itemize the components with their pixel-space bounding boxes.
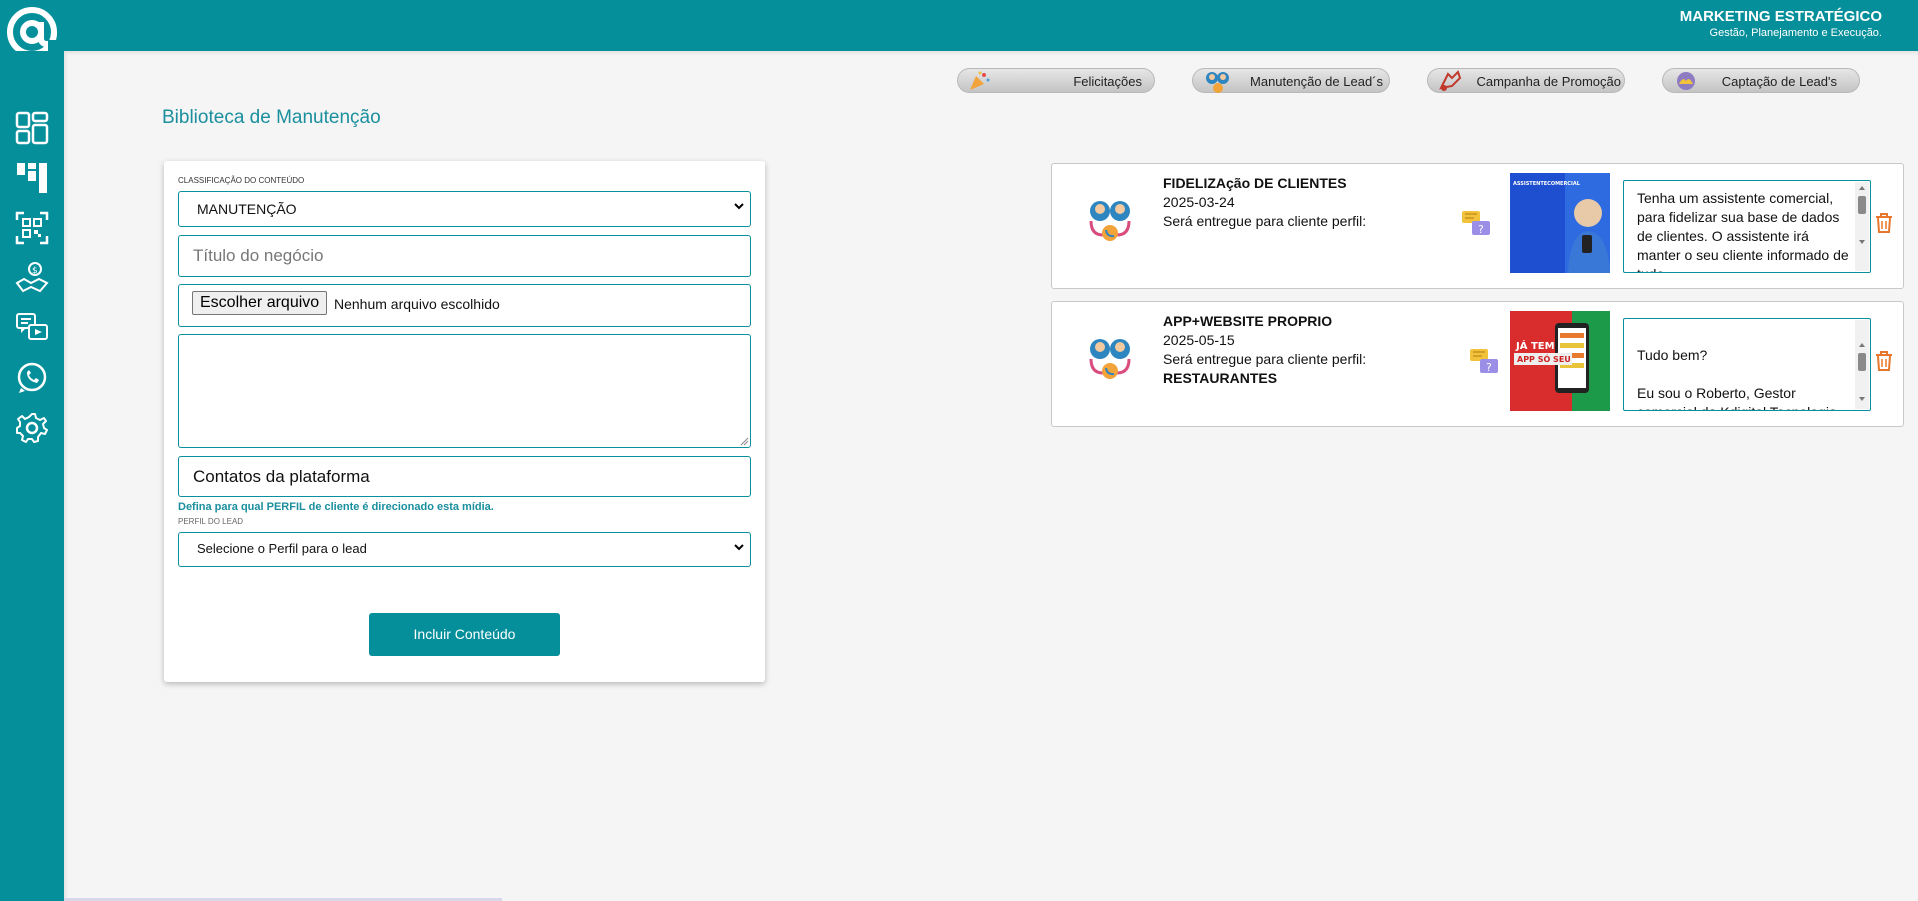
scrollbar[interactable] <box>1855 182 1869 271</box>
item-date: 2025-03-24 <box>1163 194 1235 210</box>
classification-value: MANUTENÇÃO <box>197 201 297 217</box>
people-icon <box>1089 201 1131 241</box>
item-thumbnail-image: JÁ TEM APP SÓ SEU <box>1510 311 1610 411</box>
top-bar: MARKETING ESTRATÉGICO Gestão, Planejamen… <box>0 0 1918 51</box>
item-date: 2025-05-15 <box>1163 332 1235 348</box>
nav-pill-label: Captação de Lead's <box>1721 74 1837 89</box>
page-title: Biblioteca de Manutenção <box>162 107 381 128</box>
message-textarea[interactable] <box>178 334 751 448</box>
handshake-money-icon[interactable]: $ <box>15 261 49 295</box>
dashboard-icon[interactable] <box>15 111 49 145</box>
include-content-button[interactable]: Incluir Conteúdo <box>369 613 560 656</box>
nav-pill-label: Felicitações <box>1073 74 1142 89</box>
nav-pill-manutencao[interactable]: Manutenção de Lead´s <box>1192 68 1390 93</box>
whatsapp-icon[interactable] <box>15 361 49 395</box>
item-thumbnail-image: ASSISTENTECOMERCIAL <box>1510 173 1610 273</box>
file-status: Nenhum arquivo escolhido <box>334 296 500 312</box>
classification-label: CLASSIFICAÇÃO DO CONTEÚDO <box>178 176 305 185</box>
business-title-placeholder: Título do negócio <box>193 246 324 265</box>
nav-pill-felicitacoes[interactable]: Felicitações <box>957 68 1155 93</box>
contacts-field[interactable]: Contatos da plataforma <box>178 456 751 497</box>
people-icon <box>1206 72 1229 93</box>
svg-text:?: ? <box>1486 361 1492 374</box>
item-delivery: Será entregue para cliente perfil: <box>1163 213 1367 229</box>
thumb-text: ASSISTENTECOMERCIAL <box>1513 181 1581 187</box>
classification-select[interactable]: MANUTENÇÃO <box>178 191 751 227</box>
scrollbar[interactable] <box>1855 320 1869 409</box>
item-title: FIDELIZAção DE CLIENTES <box>1163 175 1347 191</box>
svg-text:$: $ <box>32 266 38 276</box>
scrollbar-arrows-icon <box>1858 343 1866 401</box>
profile-hint: Defina para qual PERFIL de cliente é dir… <box>178 501 494 513</box>
party-icon <box>970 71 990 90</box>
content-form-card: CLASSIFICAÇÃO DO CONTEÚDO MANUTENÇÃO Tít… <box>164 161 765 682</box>
hands-icon <box>1677 72 1695 90</box>
nav-pill-label: Manutenção de Lead´s <box>1250 74 1383 89</box>
gear-icon[interactable] <box>15 411 49 445</box>
item-message-textarea[interactable]: Tudo bem? Eu sou o Roberto, Gestor comer… <box>1623 318 1871 411</box>
item-thumbnail[interactable]: JÁ TEM APP SÓ SEU <box>1510 311 1610 411</box>
choose-file-button[interactable]: Escolher arquivo <box>192 291 328 315</box>
profile-label: PERFIL DO LEAD <box>178 517 244 526</box>
lead-profile-select[interactable]: Selecione o Perfil para o lead <box>178 532 751 567</box>
item-title: APP+WEBSITE PROPRIO <box>1163 313 1333 329</box>
file-upload-field[interactable]: Escolher arquivo Nenhum arquivo escolhid… <box>178 284 751 327</box>
chevron-down-icon <box>734 203 744 210</box>
trash-icon[interactable] <box>1874 212 1894 234</box>
lead-profile-value: Selecione o Perfil para o lead <box>197 541 367 556</box>
kanban-icon[interactable] <box>15 161 49 195</box>
chat-bubbles-icon[interactable]: ? <box>1468 347 1500 377</box>
content-item: APP+WEBSITE PROPRIO 2025-05-15 Será entr… <box>1051 301 1904 427</box>
trash-icon[interactable] <box>1874 350 1894 372</box>
chat-bubbles-icon[interactable]: ? <box>1460 209 1492 239</box>
people-icon <box>1089 339 1131 379</box>
chevron-down-icon <box>734 544 744 551</box>
business-title-input[interactable]: Título do negócio <box>178 235 751 277</box>
brand-subtitle: Gestão, Planejamento e Execução. <box>1709 27 1882 39</box>
scrollbar-arrows-icon <box>1858 186 1866 244</box>
item-delivery: Será entregue para cliente perfil: <box>1163 351 1367 367</box>
resize-handle-icon[interactable] <box>740 437 749 446</box>
qr-code-icon[interactable] <box>15 211 49 245</box>
svg-text:?: ? <box>1478 223 1484 236</box>
thumb-text: APP SÓ SEU <box>1517 353 1571 364</box>
thumb-text: JÁ TEM <box>1515 339 1555 352</box>
item-message: Tenha um assistente comercial, para fide… <box>1637 190 1849 272</box>
brand-title: MARKETING ESTRATÉGICO <box>1679 8 1882 25</box>
item-thumbnail[interactable]: ASSISTENTECOMERCIAL <box>1510 173 1610 273</box>
content-item: FIDELIZAção DE CLIENTES 2025-03-24 Será … <box>1051 163 1904 289</box>
item-profile: RESTAURANTES <box>1163 370 1278 386</box>
promo-icon <box>1439 70 1462 91</box>
item-message: Tudo bem? Eu sou o Roberto, Gestor comer… <box>1637 347 1837 410</box>
contacts-value: Contatos da plataforma <box>193 467 370 486</box>
sidebar: $ <box>0 51 64 901</box>
marketing-chat-icon[interactable] <box>15 311 49 345</box>
nav-pill-captacao[interactable]: Captação de Lead's <box>1662 68 1860 93</box>
nav-pill-campanha[interactable]: Campanha de Promoção <box>1427 68 1625 93</box>
nav-pill-label: Campanha de Promoção <box>1476 74 1621 89</box>
item-message-textarea[interactable]: Tenha um assistente comercial, para fide… <box>1623 180 1871 273</box>
